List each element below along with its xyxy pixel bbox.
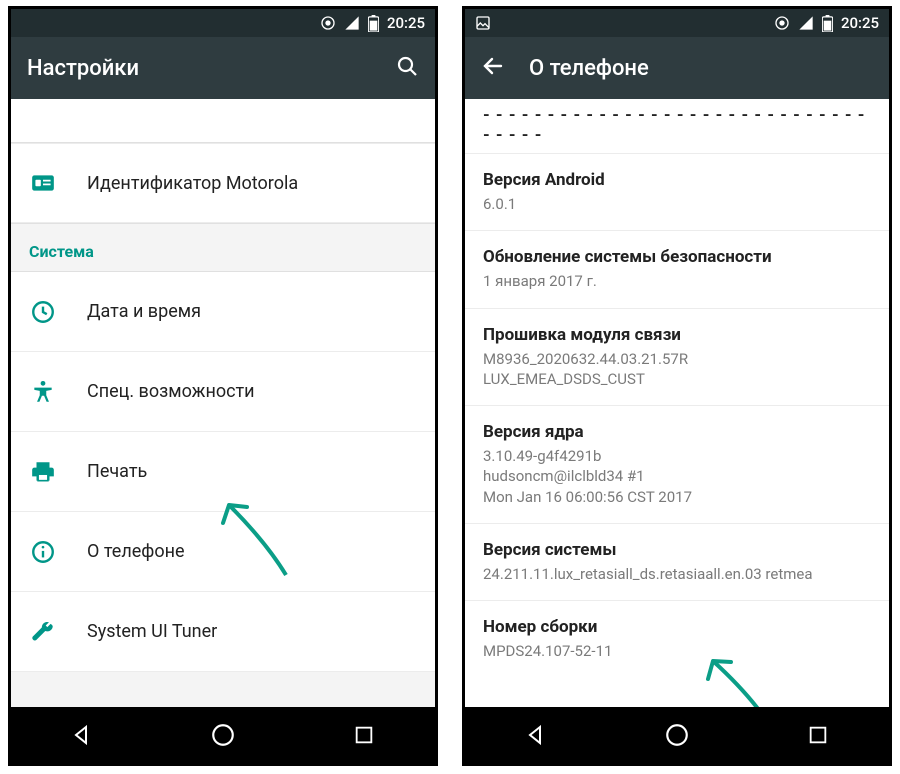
info-icon	[29, 538, 57, 566]
info-android-version[interactable]: Версия Android 6.0.1	[465, 154, 889, 231]
info-title: Версия Android	[483, 170, 871, 190]
nav-recent-button[interactable]	[336, 707, 392, 763]
list-item-motorola-id[interactable]: Идентификатор Motorola	[11, 143, 435, 223]
about-phone-screen: 20:25 О телефоне - - - - - - - - - - - -…	[462, 6, 892, 766]
list-item-label: Печать	[87, 461, 147, 482]
info-value: 6.0.1	[483, 194, 871, 214]
app-bar: Настройки	[11, 37, 435, 99]
settings-content: Идентификатор Motorola Система Дата и вр…	[11, 99, 435, 707]
info-security-update[interactable]: Обновление системы безопасности 1 января…	[465, 231, 889, 308]
image-icon	[475, 15, 491, 31]
info-value: MPDS24.107-52-11	[483, 641, 871, 661]
info-title: Версия системы	[483, 540, 871, 560]
nav-home-button[interactable]	[649, 707, 705, 763]
status-bar: 20:25	[11, 9, 435, 37]
list-item-system-ui-tuner[interactable]: System UI Tuner	[11, 592, 435, 672]
back-icon[interactable]	[481, 54, 505, 82]
app-bar-title: О телефоне	[529, 56, 873, 81]
content-spacer	[11, 99, 435, 143]
signal-icon	[798, 15, 814, 31]
list-item-label: System UI Tuner	[87, 621, 217, 642]
info-title: Прошивка модуля связи	[483, 325, 871, 345]
info-value: 24.211.11.lux_retasiall_ds.retasiaall.en…	[483, 564, 871, 584]
about-content[interactable]: - - - - - - - - - - - - - - - - - - - - …	[465, 99, 889, 707]
info-value: M8936_2020632.44.03.21.57R LUX_EMEA_DSDS…	[483, 349, 871, 390]
nav-bar	[11, 707, 435, 763]
list-item-about-phone[interactable]: О телефоне	[11, 512, 435, 592]
app-bar-title: Настройки	[27, 56, 371, 81]
list-item-print[interactable]: Печать	[11, 432, 435, 512]
printer-icon	[29, 458, 57, 486]
nav-home-button[interactable]	[195, 707, 251, 763]
target-icon	[774, 15, 790, 31]
status-time: 20:25	[387, 14, 425, 32]
cutoff-row: - - - - - - - - - - - - - - - - - - - - …	[465, 99, 889, 154]
list-item-label: Дата и время	[87, 301, 201, 322]
signal-icon	[344, 15, 360, 31]
info-system-version[interactable]: Версия системы 24.211.11.lux_retasiall_d…	[465, 524, 889, 601]
section-header-system: Система	[11, 223, 435, 272]
accessibility-icon	[29, 378, 57, 406]
info-title: Номер сборки	[483, 617, 871, 637]
clock-icon	[29, 298, 57, 326]
nav-recent-button[interactable]	[790, 707, 846, 763]
info-value: 3.10.49-g4f4291b hudsoncm@ilclbld34 #1 M…	[483, 446, 871, 507]
list-item-label: О телефоне	[87, 541, 185, 562]
info-kernel[interactable]: Версия ядра 3.10.49-g4f4291b hudsoncm@il…	[465, 406, 889, 524]
battery-icon	[368, 15, 379, 32]
info-title: Обновление системы безопасности	[483, 247, 871, 267]
list-item-label: Спец. возможности	[87, 381, 255, 402]
info-baseband[interactable]: Прошивка модуля связи M8936_2020632.44.0…	[465, 309, 889, 407]
wrench-icon	[29, 618, 57, 646]
list-item-label: Идентификатор Motorola	[87, 173, 298, 194]
info-title: Версия ядра	[483, 422, 871, 442]
settings-screen: 20:25 Настройки Идентификатор Motorola С…	[8, 6, 438, 766]
info-value: 1 января 2017 г.	[483, 271, 871, 291]
info-build-number[interactable]: Номер сборки MPDS24.107-52-11	[465, 601, 889, 677]
nav-back-button[interactable]	[508, 707, 564, 763]
app-bar: О телефоне	[465, 37, 889, 99]
list-item-accessibility[interactable]: Спец. возможности	[11, 352, 435, 432]
nav-back-button[interactable]	[54, 707, 110, 763]
id-card-icon	[29, 169, 57, 197]
target-icon	[320, 15, 336, 31]
search-icon[interactable]	[395, 54, 419, 82]
nav-bar	[465, 707, 889, 763]
battery-icon	[822, 15, 833, 32]
status-time: 20:25	[841, 14, 879, 32]
list-item-date-time[interactable]: Дата и время	[11, 272, 435, 352]
status-bar: 20:25	[465, 9, 889, 37]
